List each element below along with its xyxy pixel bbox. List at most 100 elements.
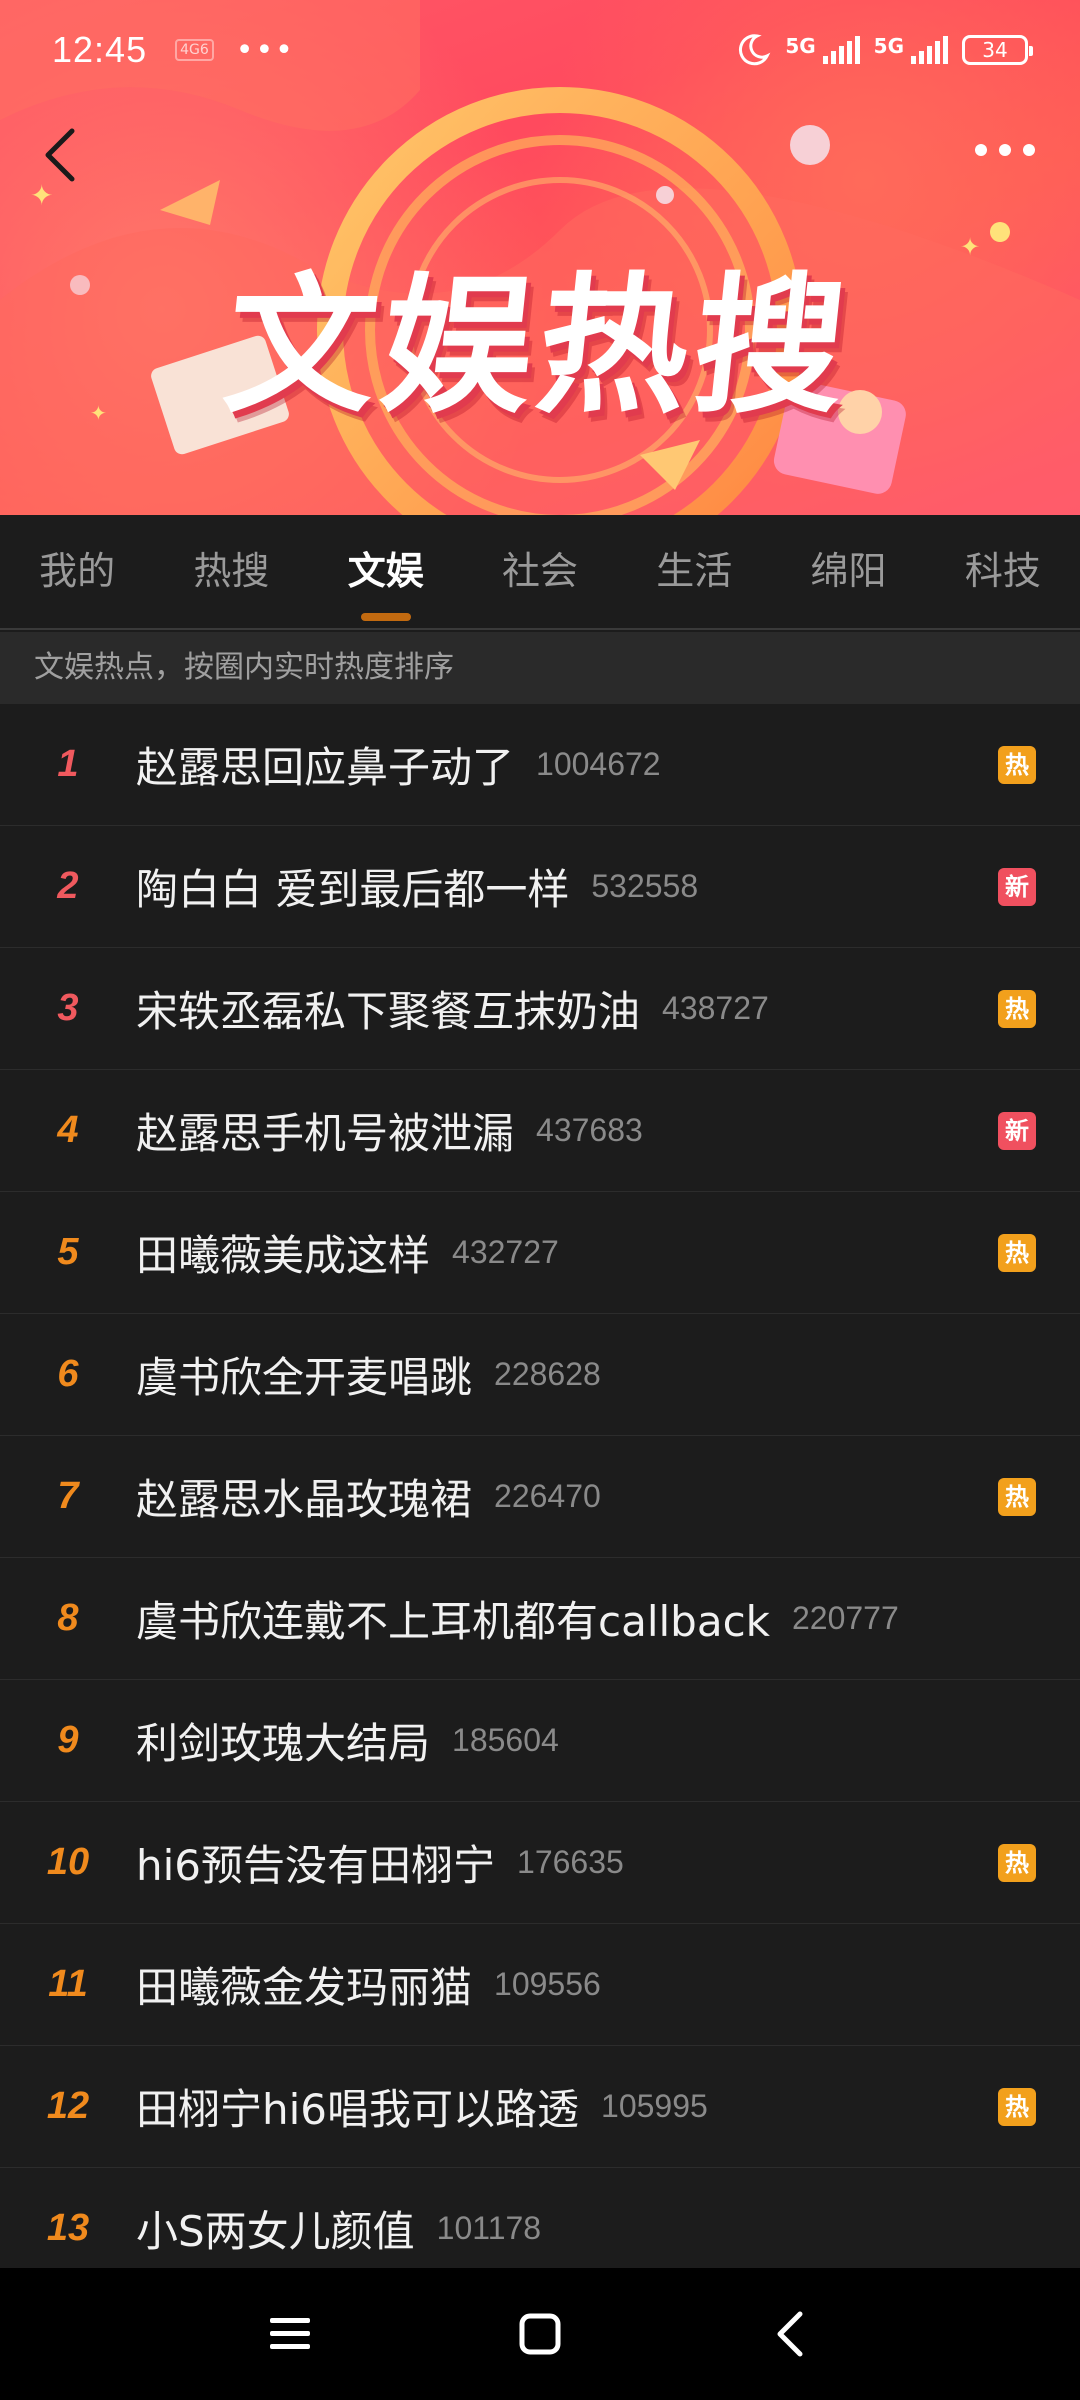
item-title: 利剑玫瑰大结局 (136, 1719, 431, 1768)
tab-2[interactable]: 文娱 (309, 514, 463, 629)
category-tabs: 我的 热搜 文娱 社会 生活 绵阳 科技 (0, 515, 1080, 630)
heat-count: 437683 (536, 1112, 643, 1148)
list-item[interactable]: 9 利剑玫瑰大结局 185604 (0, 1680, 1080, 1802)
item-title: hi6预告没有田栩宁 (136, 1841, 496, 1890)
new-badge: 新 (998, 867, 1036, 906)
list-item[interactable]: 4 赵露思手机号被泄漏 437683 新 (0, 1070, 1080, 1192)
item-title: 陶白白 爱到最后都一样 (136, 865, 570, 914)
tab-0[interactable]: 我的 (0, 514, 154, 629)
item-title: 田栩宁hi6唱我可以路透 (136, 2085, 580, 2134)
list-item[interactable]: 2 陶白白 爱到最后都一样 532558 新 (0, 826, 1080, 948)
tab-label: 生活 (656, 549, 733, 593)
hot-badge: 热 (998, 1477, 1036, 1516)
hot-search-list: 1 赵露思回应鼻子动了 1004672 热 2 陶白白 爱到最后都一样 532558 新 3 宋轶… (0, 704, 1080, 2290)
heat-count: 532558 (591, 868, 699, 904)
rank-number: 7 (57, 1475, 79, 1517)
signal-1-icon: 5G (785, 34, 860, 64)
tab-active-indicator (360, 613, 411, 621)
signal-1-label: 5G (785, 34, 816, 58)
item-title: 赵露思手机号被泄漏 (136, 1109, 515, 1158)
more-button[interactable] (960, 130, 1050, 170)
rank-number: 13 (46, 2207, 90, 2249)
tab-label: 文娱 (347, 549, 424, 593)
app-root: ✦ ✦ ✦ 12:45 4G6 ••• 5G 5G 34 文娱热搜 我的 热搜 … (0, 0, 1080, 2400)
tab-6[interactable]: 科技 (926, 514, 1080, 629)
list-item[interactable]: 5 田曦薇美成这样 432727 热 (0, 1192, 1080, 1314)
more-dot-icon (975, 144, 987, 156)
tab-label: 我的 (39, 549, 116, 593)
back-button[interactable] (30, 120, 90, 190)
heat-count: 228628 (494, 1356, 601, 1392)
new-badge: 新 (998, 1111, 1036, 1150)
hot-badge: 热 (998, 745, 1036, 784)
battery-icon: 34 (962, 35, 1033, 65)
rank-number: 12 (46, 2085, 90, 2127)
list-item[interactable]: 10 hi6预告没有田栩宁 176635 热 (0, 1802, 1080, 1924)
rank-number: 8 (57, 1597, 79, 1639)
nav-back-button[interactable] (760, 2304, 820, 2364)
list-item[interactable]: 11 田曦薇金发玛丽猫 109556 (0, 1924, 1080, 2046)
rank-number: 4 (57, 1109, 79, 1151)
hot-badge: 热 (998, 989, 1036, 1028)
hot-badge: 热 (998, 1843, 1036, 1882)
item-title: 虞书欣全开麦唱跳 (136, 1353, 473, 1402)
tab-4[interactable]: 生活 (617, 514, 771, 629)
chevron-left-icon (45, 128, 75, 182)
more-dot-icon (999, 144, 1011, 156)
tab-label: 绵阳 (810, 549, 887, 593)
list-item[interactable]: 8 虞书欣连戴不上耳机都有callback 220777 (0, 1558, 1080, 1680)
item-title: 田曦薇金发玛丽猫 (136, 1963, 473, 2012)
item-title: 赵露思回应鼻子动了 (136, 743, 515, 792)
heat-count: 1004672 (536, 746, 661, 782)
list-item[interactable]: 7 赵露思水晶玫瑰裙 226470 热 (0, 1436, 1080, 1558)
battery-level: 34 (982, 38, 1008, 62)
moon-icon (739, 34, 771, 66)
rank-number: 2 (57, 865, 79, 907)
tab-label: 科技 (964, 549, 1041, 593)
system-nav-bar (0, 2268, 1080, 2400)
item-title: 宋轶丞磊私下聚餐互抹奶油 (136, 987, 641, 1036)
signal-2-label: 5G (873, 34, 904, 58)
status-mini-icon: 4G6 (175, 39, 214, 61)
item-title: 小S两女儿颜值 (136, 2207, 415, 2256)
menu-icon (270, 2318, 310, 2349)
banner: ✦ ✦ ✦ 12:45 4G6 ••• 5G 5G 34 文娱热搜 (0, 0, 1080, 515)
rank-number: 10 (46, 1841, 90, 1883)
list-item[interactable]: 1 赵露思回应鼻子动了 1004672 热 (0, 704, 1080, 826)
heat-count: 109556 (494, 1966, 601, 2002)
heat-count: 101178 (436, 2210, 542, 2246)
banner-title: 文娱热搜 (217, 260, 860, 434)
heat-count: 220777 (791, 1600, 899, 1636)
home-square-icon (519, 2313, 561, 2355)
heat-count: 226470 (494, 1478, 601, 1514)
status-time: 12:45 (52, 29, 148, 70)
item-title: 虞书欣连戴不上耳机都有callback (136, 1597, 770, 1646)
tab-5[interactable]: 绵阳 (771, 514, 925, 629)
rank-number: 6 (57, 1353, 79, 1395)
rank-number: 9 (57, 1719, 79, 1761)
item-title: 赵露思水晶玫瑰裙 (136, 1475, 473, 1524)
hot-badge: 热 (998, 1233, 1036, 1272)
nav-home-button[interactable] (510, 2304, 570, 2364)
tab-label: 社会 (501, 549, 578, 593)
hot-badge: 热 (998, 2087, 1036, 2126)
nav-menu-button[interactable] (260, 2304, 320, 2364)
tab-1[interactable]: 热搜 (154, 514, 308, 629)
tab-label: 热搜 (193, 549, 270, 593)
status-dots-icon: ••• (235, 32, 295, 68)
list-item[interactable]: 12 田栩宁hi6唱我可以路透 105995 热 (0, 2046, 1080, 2168)
more-dot-icon (1023, 144, 1035, 156)
list-item[interactable]: 3 宋轶丞磊私下聚餐互抹奶油 438727 热 (0, 948, 1080, 1070)
signal-2-icon: 5G (874, 36, 948, 64)
rank-number: 3 (57, 987, 79, 1029)
heat-count: 185604 (452, 1722, 559, 1758)
heat-count: 438727 (662, 990, 769, 1026)
list-item[interactable]: 6 虞书欣全开麦唱跳 228628 (0, 1314, 1080, 1436)
item-title: 田曦薇美成这样 (136, 1231, 431, 1280)
heat-count: 105995 (601, 2088, 708, 2124)
tab-3[interactable]: 社会 (463, 514, 617, 629)
back-triangle-icon (777, 2311, 803, 2357)
heat-count: 432727 (452, 1234, 559, 1270)
rank-number: 5 (57, 1231, 79, 1273)
heat-count: 176635 (517, 1844, 624, 1880)
